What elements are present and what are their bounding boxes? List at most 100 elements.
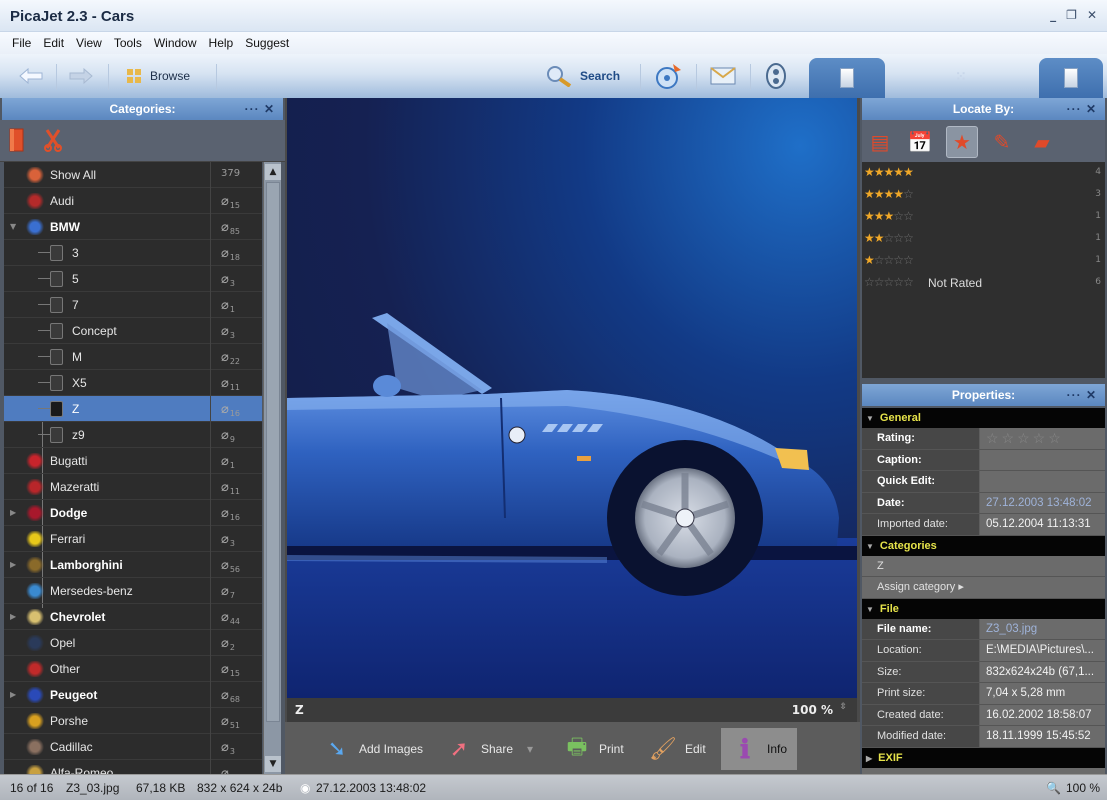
category-item[interactable]: Concept ⌀3 (4, 318, 262, 344)
status-dimensions: 832 x 624 x 24b (197, 781, 283, 795)
section-categories[interactable]: ▼ Categories (862, 535, 1105, 556)
category-item[interactable]: ▼ BMW ⌀85 (4, 214, 262, 240)
locate-calendar-icon[interactable]: 📅 (904, 126, 936, 158)
assign-category-label[interactable]: Assign category ▸ (862, 577, 1105, 598)
category-item[interactable]: ▶ Chevrolet ⌀44 (4, 604, 262, 630)
category-item[interactable]: Show All 379 (4, 162, 262, 188)
expand-icon[interactable]: ▼ (10, 222, 16, 231)
rating-filter-item[interactable]: ★★☆☆☆ 1 (862, 228, 1105, 250)
menu-view[interactable]: View (70, 32, 108, 54)
category-item[interactable]: 7 ⌀1 (4, 292, 262, 318)
section-general[interactable]: ▼ General (862, 408, 1105, 428)
locate-panel-header: Locate By: ··· ✕ (862, 98, 1105, 120)
search-button[interactable]: Search (546, 62, 620, 90)
locate-folder-icon[interactable]: ▰ (1026, 126, 1058, 158)
category-item[interactable]: Z ⌀16 (4, 396, 262, 422)
add-images-button[interactable]: ➘ Add Images (323, 728, 423, 770)
category-item[interactable]: Other ⌀15 (4, 656, 262, 682)
category-name: Peugeot (50, 688, 98, 702)
car-photo[interactable] (287, 98, 857, 698)
slideshow-button[interactable] (764, 62, 788, 90)
view-tab-panel[interactable] (1039, 58, 1103, 98)
rating-filter-item[interactable]: ★☆☆☆☆ 1 (862, 250, 1105, 272)
category-item[interactable]: M ⌀22 (4, 344, 262, 370)
category-item[interactable]: Cadillac ⌀3 (4, 734, 262, 760)
category-item[interactable]: Audi ⌀15 (4, 188, 262, 214)
rating-filter-item[interactable]: ★★★★☆ 3 (862, 184, 1105, 206)
menu-file[interactable]: File (6, 32, 37, 54)
forward-button[interactable] (68, 62, 94, 90)
menu-window[interactable]: Window (148, 32, 203, 54)
minimize-button[interactable]: _ (1050, 8, 1056, 22)
category-item[interactable]: X5 ⌀11 (4, 370, 262, 396)
scroll-down-icon[interactable]: ▼ (265, 756, 281, 772)
back-button[interactable] (18, 62, 44, 90)
category-item[interactable]: Porshe ⌀51 (4, 708, 262, 734)
category-item[interactable]: ▶ Peugeot ⌀68 (4, 682, 262, 708)
quick-edit-field[interactable] (983, 471, 1105, 492)
imported-date-value: 05.12.2004 11:13:31 (986, 518, 1091, 530)
rating-filter-item[interactable]: ☆☆☆☆☆ Not Rated 6 (862, 272, 1105, 294)
category-item[interactable]: Ferrari ⌀3 (4, 526, 262, 552)
browse-button[interactable]: Browse (126, 62, 190, 90)
close-button[interactable]: ✕ (1087, 8, 1097, 22)
locate-rating-star-icon[interactable]: ★ (946, 126, 978, 158)
category-item[interactable]: Mazeratti ⌀11 (4, 474, 262, 500)
zoom-value[interactable]: 100 % (792, 703, 833, 717)
category-item[interactable]: 5 ⌀3 (4, 266, 262, 292)
category-item[interactable]: Bugatti ⌀1 (4, 448, 262, 474)
scroll-up-icon[interactable]: ▲ (265, 164, 281, 180)
edit-button[interactable]: 🖌 Edit (649, 728, 706, 770)
share-dropdown-icon[interactable]: ▾ (527, 742, 533, 756)
expand-icon[interactable]: ▶ (10, 612, 16, 621)
rating-filter-item[interactable]: ★★★☆☆ 1 (862, 206, 1105, 228)
delete-category-icon[interactable] (44, 128, 62, 152)
category-item[interactable]: z9 ⌀9 (4, 422, 262, 448)
file-name-value[interactable]: Z3_03.jpg (983, 619, 1105, 640)
locate-edited-icon[interactable]: ✎ (986, 126, 1018, 158)
print-button[interactable]: 🖶 Print (563, 728, 624, 770)
category-item[interactable]: 3 ⌀18 (4, 240, 262, 266)
panel-options-icon[interactable]: ··· (1067, 102, 1082, 116)
panel-options-icon[interactable]: ··· (1067, 388, 1082, 402)
section-exif[interactable]: ▶ EXIF (862, 747, 1105, 768)
panel-close-icon[interactable]: ✕ (1086, 388, 1097, 402)
panel-close-icon[interactable]: ✕ (264, 102, 275, 116)
category-item[interactable]: Alfa-Romeo ⌀ (4, 760, 262, 774)
category-item[interactable]: Mersedes-benz ⌀7 (4, 578, 262, 604)
assign-category[interactable]: Assign category ▸ (862, 577, 1105, 599)
section-file[interactable]: ▼ File (862, 598, 1105, 619)
menu-tools[interactable]: Tools (108, 32, 148, 54)
locate-categories-icon[interactable]: ▤ (864, 126, 896, 158)
date-value[interactable]: 27.12.2003 13:48:02 (983, 493, 1105, 514)
menu-edit[interactable]: Edit (37, 32, 70, 54)
panel-options-icon[interactable]: ··· (245, 102, 260, 116)
slideshow-icon (766, 63, 786, 89)
share-button[interactable]: ➚ Share ▾ (445, 728, 533, 770)
info-button[interactable]: ℹ Info (721, 728, 798, 770)
scroll-thumb[interactable] (266, 182, 280, 722)
menu-suggest[interactable]: Suggest (239, 32, 295, 54)
brand-logo-icon (26, 609, 44, 625)
expand-icon[interactable]: ▶ (10, 690, 16, 699)
category-item[interactable]: ▶ Lamborghini ⌀56 (4, 552, 262, 578)
caption-field[interactable] (983, 450, 1105, 471)
category-item[interactable]: Opel ⌀2 (4, 630, 262, 656)
menu-help[interactable]: Help (203, 32, 240, 54)
zoom-spinner-icon[interactable]: ⇳ (839, 702, 847, 712)
expand-icon[interactable]: ▶ (10, 508, 16, 517)
new-category-icon[interactable] (8, 128, 26, 152)
view-tab-single[interactable] (809, 58, 885, 98)
email-icon (710, 67, 736, 85)
restore-button[interactable]: ❐ (1066, 8, 1077, 22)
zoom-icon[interactable]: 🔍 (1046, 781, 1061, 795)
rating-stars[interactable]: ☆☆☆☆☆ (983, 428, 1105, 449)
expand-icon[interactable]: ▶ (10, 560, 16, 569)
view-tab-thumbnails[interactable]: ⁙ (955, 62, 967, 90)
panel-close-icon[interactable]: ✕ (1086, 102, 1097, 116)
burn-cd-button[interactable] (655, 62, 683, 90)
categories-scrollbar[interactable]: ▲ ▼ (263, 162, 281, 774)
rating-filter-item[interactable]: ★★★★★ 4 (862, 162, 1105, 184)
category-item[interactable]: ▶ Dodge ⌀16 (4, 500, 262, 526)
email-button[interactable] (710, 62, 736, 90)
